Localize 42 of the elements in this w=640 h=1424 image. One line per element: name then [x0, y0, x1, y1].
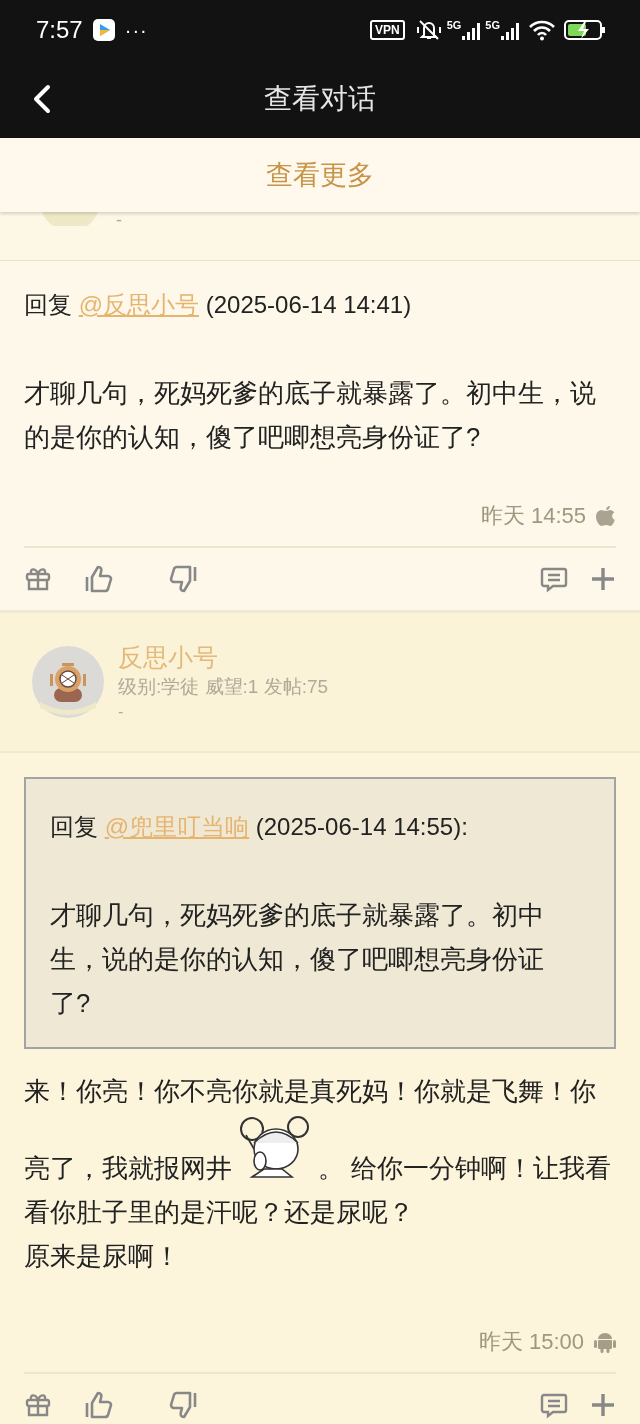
reply-line: 回复 @反思小号 (2025-06-14 14:41) — [24, 290, 413, 320]
post-text: 原来是尿啊！ — [24, 1242, 180, 1270]
clock-time: 7:57 — [36, 16, 83, 44]
vpn-badge: VPN — [369, 20, 405, 40]
comment-button[interactable] — [540, 565, 568, 593]
page-title: 查看对话 — [264, 82, 376, 116]
reply-line: 回复 @兜里叮当响 (2025-06-14 14:55): — [50, 812, 469, 842]
add-button[interactable] — [590, 1392, 616, 1418]
like-button[interactable] — [84, 564, 114, 594]
signal-icon — [500, 20, 520, 40]
comment-button[interactable] — [540, 1391, 568, 1419]
user-stats: 级别:学徒 威望:1 发帖:75 — [118, 675, 329, 699]
user-signature: - — [116, 212, 122, 231]
network-label: 5G — [446, 20, 462, 31]
post-text: 才聊几句，死妈死爹的底子就暴露了。初中生，说的是你的认知，傻了吧唧想亮身份证了? — [24, 379, 596, 451]
overflow-dots: ··· — [124, 18, 148, 42]
battery-icon — [564, 19, 606, 41]
mute-icon — [414, 18, 443, 42]
wifi-icon — [528, 19, 556, 41]
mention-link[interactable]: @兜里叮当响 — [104, 813, 250, 840]
signal-icon — [461, 20, 482, 40]
quote-text: 才聊几句，死妈死爹的底子就暴露了。初中生，说的是你的认知，傻了吧唧想亮身份证了? — [50, 901, 544, 1017]
add-button[interactable] — [590, 566, 616, 592]
dislike-button[interactable] — [168, 1390, 198, 1420]
like-button[interactable] — [84, 1390, 114, 1420]
username[interactable]: 反思小号 — [118, 641, 329, 673]
gift-button[interactable] — [24, 565, 52, 593]
user-signature: - — [118, 702, 125, 722]
dislike-button[interactable] — [168, 564, 198, 594]
load-more-button[interactable]: 查看更多 — [0, 138, 640, 212]
post-text: 亮了，我就报网井 — [24, 1154, 232, 1182]
post-text: 来！你亮！你不亮你就是真死妈！你就是飞舞！你 — [24, 1077, 596, 1105]
network-label: 5G — [485, 20, 500, 31]
play-store-icon — [92, 19, 115, 41]
apple-icon — [596, 505, 616, 527]
post-text: 看你肚子里的是汗呢？还是尿呢？ — [24, 1198, 414, 1226]
post-time: 昨天 15:00 — [478, 1328, 584, 1356]
gift-button[interactable] — [24, 1391, 52, 1419]
mention-link[interactable]: @反思小号 — [78, 291, 200, 318]
post-time: 昨天 14:55 — [480, 502, 586, 530]
android-icon — [594, 1331, 616, 1353]
post-text: 。 给你一分钟啊！让我看 — [318, 1154, 612, 1182]
